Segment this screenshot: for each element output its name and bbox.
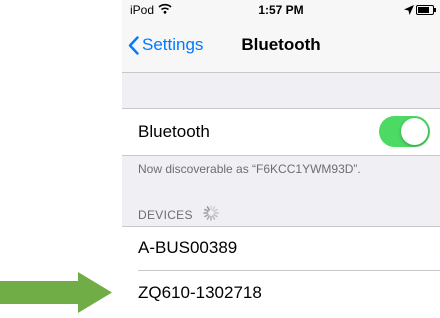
settings-screen: iPod 1:57 PM Settings Bluetooth Bluetoot… bbox=[122, 0, 440, 313]
bluetooth-toggle-label: Bluetooth bbox=[138, 122, 210, 141]
battery-fill bbox=[418, 7, 429, 13]
list-item[interactable]: A-BUS00389 bbox=[122, 227, 440, 270]
navigation-bar: Settings Bluetooth bbox=[122, 20, 440, 73]
device-name: ZQ610-1302718 bbox=[138, 283, 262, 302]
battery-icon bbox=[416, 5, 436, 15]
discoverable-note: Now discoverable as “F6KCC1YWM93D”. bbox=[138, 162, 361, 176]
status-time: 1:57 PM bbox=[258, 3, 304, 17]
page-title: Bluetooth bbox=[241, 35, 321, 54]
bluetooth-toggle-switch[interactable] bbox=[379, 116, 430, 147]
status-bar: iPod 1:57 PM bbox=[122, 0, 440, 20]
toggle-knob bbox=[401, 118, 428, 145]
activity-spinner-icon bbox=[203, 205, 219, 224]
devices-header-label: DEVICES bbox=[138, 207, 193, 222]
device-name: A-BUS00389 bbox=[138, 238, 238, 257]
devices-section-header: DEVICES bbox=[138, 205, 219, 224]
list-item[interactable]: ZQ610-1302718 bbox=[122, 271, 440, 313]
bluetooth-toggle-row: Bluetooth bbox=[122, 108, 440, 156]
devices-list: A-BUS00389 ZQ610-1302718 bbox=[122, 226, 440, 313]
location-arrow-icon bbox=[404, 4, 414, 18]
pointer-arrow bbox=[0, 272, 112, 313]
